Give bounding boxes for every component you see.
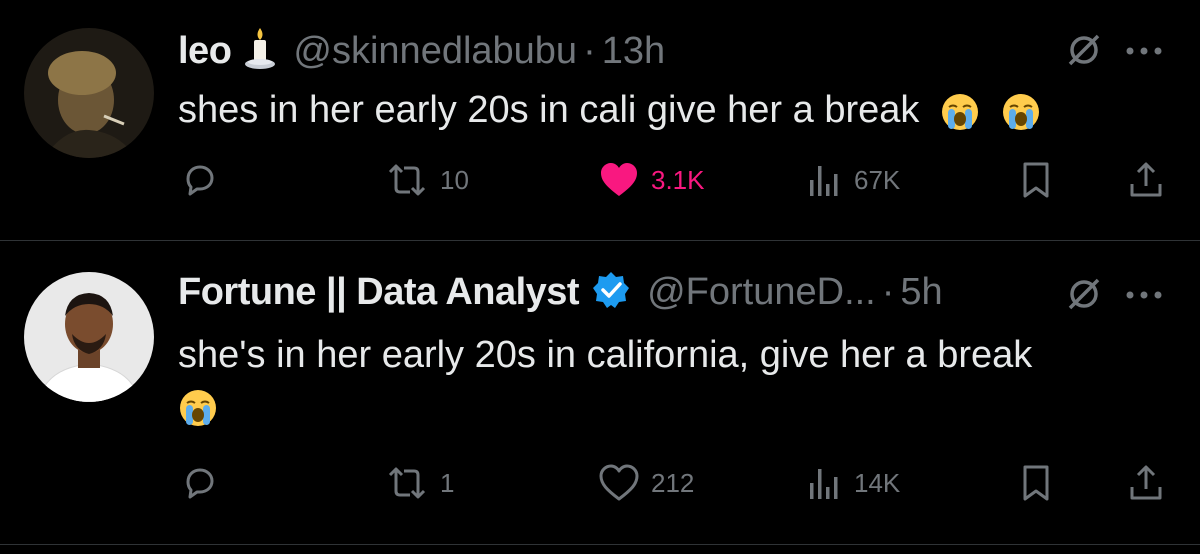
reply-button[interactable] [180,158,220,202]
bookmark-button[interactable] [1018,461,1054,505]
tweet-text-content: shes in her early 20s in cali give her a… [178,89,920,131]
views-count: 67K [854,164,901,195]
retweet-count: 10 [440,164,469,195]
share-button[interactable] [1126,158,1166,202]
bookmark-icon [1023,162,1049,198]
retweet-button[interactable]: 1 [384,461,454,505]
candle-emoji [243,26,277,77]
tweet-actions: 10 3.1K 67K [0,158,1200,202]
like-count: 212 [651,467,695,498]
tweet-text-content: she's in her early 20s in california, gi… [178,334,1033,376]
retweet-button[interactable]: 10 [384,158,469,202]
avatar[interactable] [24,28,154,158]
tweet-top-actions [1064,30,1164,75]
loudly-crying-emoji [178,388,218,428]
loudly-crying-emoji [940,92,980,132]
display-name[interactable]: leo [178,30,232,73]
reply-icon [186,165,214,196]
reply-button[interactable] [180,461,220,505]
tweet-text: she's in her early 20s in california, gi… [178,330,1032,380]
display-name[interactable]: Fortune || Data Analyst [178,271,580,314]
like-button[interactable]: 212 [597,461,694,505]
retweet-count: 1 [440,467,455,498]
tweet-text-emojis [178,388,218,428]
tweet-header: leo @skinnedlabubu · 13h [178,26,665,76]
views-button[interactable]: 67K [804,158,900,202]
bookmark-icon [1023,465,1049,501]
more-options-icon[interactable] [1124,288,1164,306]
share-button[interactable] [1126,461,1166,505]
like-button[interactable]: 3.1K [597,158,705,202]
verified-badge-icon [591,270,631,315]
loudly-crying-emoji [1001,92,1041,132]
tweet-top-actions [1064,274,1164,319]
timestamp[interactable]: 13h [602,30,665,73]
tweet[interactable]: leo @skinnedlabubu · 13h shes in her ear… [0,0,1200,240]
like-count: 3.1K [651,164,705,195]
divider [0,544,1200,545]
bookmark-button[interactable] [1018,158,1054,202]
retweet-icon [388,467,426,499]
separator-dot: · [881,271,895,313]
tweet-text: shes in her early 20s in cali give her a… [178,85,1041,135]
views-button[interactable]: 14K [804,461,900,505]
views-count: 14K [854,467,901,498]
user-handle[interactable]: @skinnedlabubu [293,30,577,73]
share-icon [1130,465,1162,500]
heart-filled-icon [601,163,637,196]
views-chart-icon [810,469,838,499]
reply-icon [186,468,214,499]
grok-icon[interactable] [1064,274,1104,319]
share-icon [1130,162,1162,197]
tweet-header: Fortune || Data Analyst @FortuneD... · 5… [178,270,943,315]
separator-dot: · [583,29,596,72]
views-chart-icon [810,166,838,196]
timestamp[interactable]: 5h [900,271,942,314]
tweet-actions: 1 212 14K [0,461,1200,505]
avatar[interactable] [24,272,154,402]
user-handle[interactable]: @FortuneD... [647,271,876,314]
heart-outline-icon [599,464,639,501]
grok-icon[interactable] [1064,30,1104,75]
retweet-icon [388,164,426,196]
more-options-icon[interactable] [1124,44,1164,62]
